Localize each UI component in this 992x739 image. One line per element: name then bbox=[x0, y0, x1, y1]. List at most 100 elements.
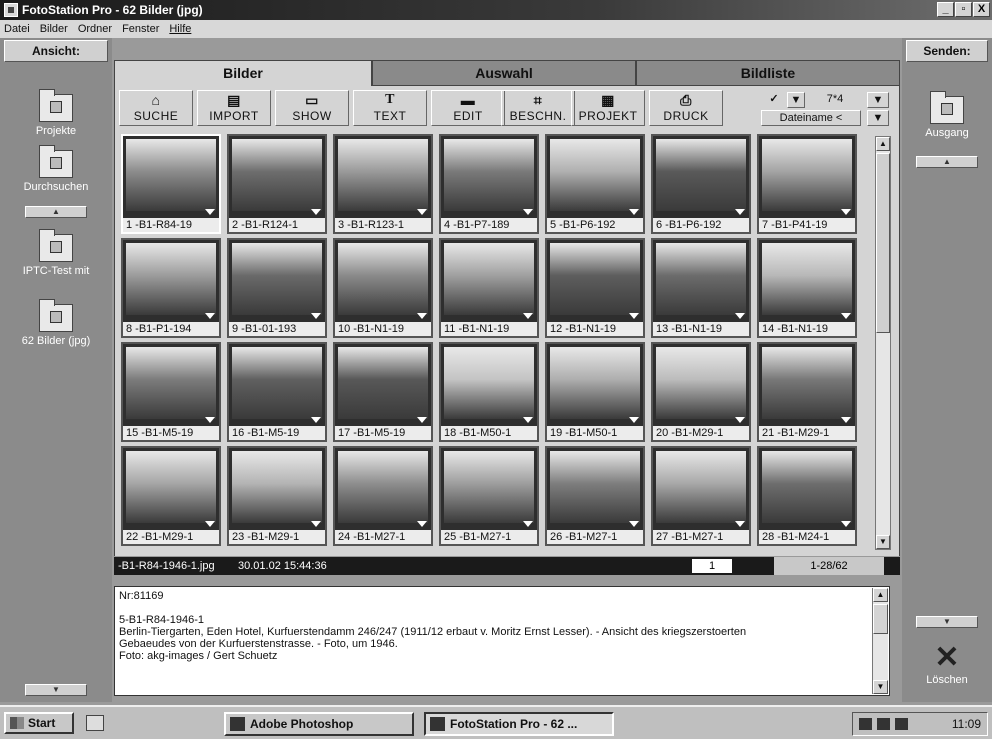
minimize-button[interactable]: _ bbox=[937, 2, 954, 17]
thumbnail-item[interactable]: 21 -B1-M29-1 bbox=[757, 342, 857, 442]
thumbnail-menu-icon[interactable] bbox=[629, 521, 639, 527]
project-button[interactable]: ▦ PROJEKT bbox=[571, 90, 645, 126]
page-number[interactable]: 1 bbox=[692, 559, 732, 573]
thumbnail-item[interactable]: 23 -B1-M29-1 bbox=[227, 446, 327, 546]
scroll-thumb[interactable] bbox=[876, 153, 890, 333]
send-scroll-down-button[interactable]: ▼ bbox=[916, 616, 978, 628]
caption-scrollbar[interactable]: ▲ ▼ bbox=[872, 588, 888, 694]
send-scroll-up-button[interactable]: ▲ bbox=[916, 156, 978, 168]
import-button[interactable]: ▤ IMPORT bbox=[197, 90, 271, 126]
thumbnail-item[interactable]: 8 -B1-P1-194 bbox=[121, 238, 221, 338]
thumbnail-item[interactable]: 26 -B1-M27-1 bbox=[545, 446, 645, 546]
search-button[interactable]: ⌂ SUCHE bbox=[119, 90, 193, 126]
thumbnail-item[interactable]: 3 -B1-R123-1 bbox=[333, 134, 433, 234]
thumbnail-item[interactable]: 12 -B1-N1-19 bbox=[545, 238, 645, 338]
thumbnail-menu-icon[interactable] bbox=[629, 209, 639, 215]
thumbnail-item[interactable]: 28 -B1-M24-1 bbox=[757, 446, 857, 546]
delete-button[interactable]: ✕ Löschen bbox=[908, 642, 986, 698]
thumbnail-menu-icon[interactable] bbox=[417, 521, 427, 527]
thumbnail-item[interactable]: 15 -B1-M5-19 bbox=[121, 342, 221, 442]
thumbnail-item[interactable]: 6 -B1-P6-192 bbox=[651, 134, 751, 234]
view-scroll-down-button[interactable]: ▼ bbox=[25, 684, 87, 696]
sort-select[interactable]: Dateiname < bbox=[761, 110, 861, 126]
thumbnail-menu-icon[interactable] bbox=[841, 313, 851, 319]
thumbnail-item[interactable]: 17 -B1-M5-19 bbox=[333, 342, 433, 442]
thumbnail-item[interactable]: 19 -B1-M50-1 bbox=[545, 342, 645, 442]
folder-projekte[interactable]: Projekte bbox=[0, 89, 112, 137]
maximize-button[interactable]: ▫ bbox=[955, 2, 972, 17]
menu-hilfe[interactable]: Hilfe bbox=[168, 23, 192, 35]
folder-62-bilder[interactable]: 62 Bilder (jpg) bbox=[0, 299, 112, 347]
caption-textbox[interactable]: Nr:81169 5-B1-R84-1946-1 Berlin-Tiergart… bbox=[114, 586, 890, 696]
quick-launch-icon[interactable] bbox=[86, 715, 104, 731]
thumbnail-item[interactable]: 27 -B1-M27-1 bbox=[651, 446, 751, 546]
grid-size-dropdown-button[interactable]: ▼ bbox=[867, 92, 889, 108]
thumbnail-item[interactable]: 7 -B1-P41-19 bbox=[757, 134, 857, 234]
view-scroll-up-button[interactable]: ▲ bbox=[25, 206, 87, 218]
thumbnail-menu-icon[interactable] bbox=[629, 417, 639, 423]
show-button[interactable]: ▭ SHOW bbox=[275, 90, 349, 126]
print-button[interactable]: ⎙ DRUCK bbox=[649, 90, 723, 126]
thumbnail-item[interactable]: 25 -B1-M27-1 bbox=[439, 446, 539, 546]
thumbnail-menu-icon[interactable] bbox=[311, 313, 321, 319]
thumbnail-menu-icon[interactable] bbox=[417, 417, 427, 423]
text-button[interactable]: T TEXT bbox=[353, 90, 427, 126]
thumbnail-item[interactable]: 22 -B1-M29-1 bbox=[121, 446, 221, 546]
start-button[interactable]: Start bbox=[4, 712, 74, 734]
menu-datei[interactable]: Datei bbox=[3, 23, 31, 35]
thumbnail-menu-icon[interactable] bbox=[735, 521, 745, 527]
scheduler-icon[interactable] bbox=[895, 718, 908, 730]
thumbnail-item[interactable]: 24 -B1-M27-1 bbox=[333, 446, 433, 546]
folder-iptc-test[interactable]: IPTC-Test mit bbox=[0, 229, 112, 277]
thumbnail-menu-icon[interactable] bbox=[735, 209, 745, 215]
menu-ordner[interactable]: Ordner bbox=[77, 23, 113, 35]
scroll-up-button[interactable]: ▲ bbox=[876, 137, 890, 151]
folder-ausgang[interactable]: Ausgang bbox=[902, 91, 992, 139]
thumbnail-menu-icon[interactable] bbox=[735, 313, 745, 319]
scroll-down-button[interactable]: ▼ bbox=[876, 535, 890, 549]
thumbnail-menu-icon[interactable] bbox=[841, 521, 851, 527]
thumbnail-item[interactable]: 20 -B1-M29-1 bbox=[651, 342, 751, 442]
thumbnail-menu-icon[interactable] bbox=[417, 313, 427, 319]
network-icon[interactable] bbox=[859, 718, 872, 730]
caption-scroll-thumb[interactable] bbox=[873, 604, 888, 634]
thumbnail-menu-icon[interactable] bbox=[417, 209, 427, 215]
thumbnail-menu-icon[interactable] bbox=[311, 209, 321, 215]
thumbnail-item[interactable]: 11 -B1-N1-19 bbox=[439, 238, 539, 338]
taskbar-item-photoshop[interactable]: Adobe Photoshop bbox=[224, 712, 414, 736]
thumbnail-item[interactable]: 14 -B1-N1-19 bbox=[757, 238, 857, 338]
speaker-icon[interactable] bbox=[877, 718, 890, 730]
edit-button[interactable]: ▬ EDIT bbox=[431, 90, 505, 126]
thumbnail-item[interactable]: 10 -B1-N1-19 bbox=[333, 238, 433, 338]
tab-bildliste[interactable]: Bildliste bbox=[636, 60, 900, 86]
thumbnail-menu-icon[interactable] bbox=[735, 417, 745, 423]
thumbnail-item[interactable]: 1 -B1-R84-19 bbox=[121, 134, 221, 234]
filter-dropdown-button[interactable]: ▼ bbox=[787, 92, 805, 108]
menu-fenster[interactable]: Fenster bbox=[121, 23, 160, 35]
thumbnail-menu-icon[interactable] bbox=[311, 521, 321, 527]
thumbnail-menu-icon[interactable] bbox=[523, 521, 533, 527]
thumbnail-item[interactable]: 4 -B1-P7-189 bbox=[439, 134, 539, 234]
check-icon[interactable]: ✓ bbox=[765, 92, 783, 108]
thumbnail-menu-icon[interactable] bbox=[523, 313, 533, 319]
tab-bilder[interactable]: Bilder bbox=[114, 60, 372, 86]
caption-scroll-down-button[interactable]: ▼ bbox=[873, 680, 888, 694]
thumbnail-menu-icon[interactable] bbox=[523, 209, 533, 215]
thumbnail-scrollbar[interactable]: ▲ ▼ bbox=[875, 136, 891, 550]
taskbar-item-fotostation[interactable]: FotoStation Pro - 62 ... bbox=[424, 712, 614, 736]
crop-button[interactable]: ⌗ BESCHN. bbox=[501, 90, 575, 126]
caption-scroll-up-button[interactable]: ▲ bbox=[873, 588, 888, 602]
thumbnail-item[interactable]: 18 -B1-M50-1 bbox=[439, 342, 539, 442]
folder-durchsuchen[interactable]: Durchsuchen bbox=[0, 145, 112, 193]
thumbnail-menu-icon[interactable] bbox=[311, 417, 321, 423]
sort-dropdown-button[interactable]: ▼ bbox=[867, 110, 889, 126]
thumbnail-item[interactable]: 9 -B1-01-193 bbox=[227, 238, 327, 338]
thumbnail-menu-icon[interactable] bbox=[523, 417, 533, 423]
thumbnail-item[interactable]: 5 -B1-P6-192 bbox=[545, 134, 645, 234]
tab-auswahl[interactable]: Auswahl bbox=[372, 60, 636, 86]
thumbnail-menu-icon[interactable] bbox=[629, 313, 639, 319]
menu-bilder[interactable]: Bilder bbox=[39, 23, 69, 35]
thumbnail-menu-icon[interactable] bbox=[205, 313, 215, 319]
thumbnail-menu-icon[interactable] bbox=[841, 209, 851, 215]
thumbnail-item[interactable]: 16 -B1-M5-19 bbox=[227, 342, 327, 442]
